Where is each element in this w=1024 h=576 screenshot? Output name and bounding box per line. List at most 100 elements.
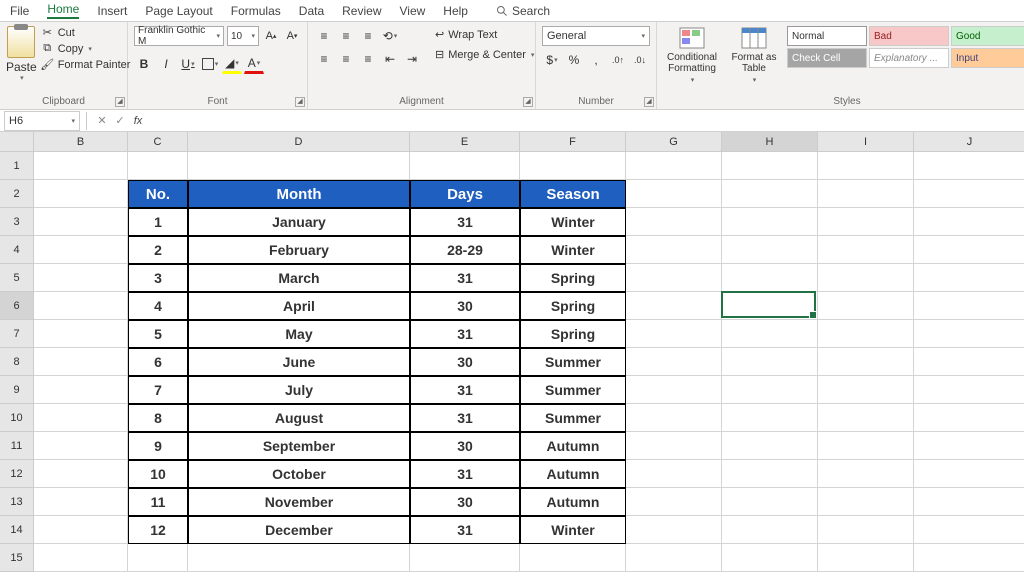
cell-G3[interactable]: [626, 208, 722, 236]
cell-F7[interactable]: Spring: [520, 320, 626, 348]
cell-I4[interactable]: [818, 236, 914, 264]
row-header-1[interactable]: 1: [0, 152, 34, 180]
decrease-indent-button[interactable]: ⇤: [380, 49, 400, 69]
cell-C3[interactable]: 1: [128, 208, 188, 236]
row-header-10[interactable]: 10: [0, 404, 34, 432]
cell-B6[interactable]: [34, 292, 128, 320]
cell-B8[interactable]: [34, 348, 128, 376]
cell-C6[interactable]: 4: [128, 292, 188, 320]
cell-H12[interactable]: [722, 460, 818, 488]
percent-button[interactable]: %: [564, 50, 584, 70]
font-color-button[interactable]: A▾: [244, 54, 264, 74]
cell-D12[interactable]: October: [188, 460, 410, 488]
cell-J13[interactable]: [914, 488, 1024, 516]
cell-C1[interactable]: [128, 152, 188, 180]
cell-B15[interactable]: [34, 544, 128, 572]
cell-F8[interactable]: Summer: [520, 348, 626, 376]
cell-E7[interactable]: 31: [410, 320, 520, 348]
column-header-C[interactable]: C: [128, 132, 188, 152]
row-header-5[interactable]: 5: [0, 264, 34, 292]
cell-B7[interactable]: [34, 320, 128, 348]
cell-J12[interactable]: [914, 460, 1024, 488]
cell-J9[interactable]: [914, 376, 1024, 404]
cell-E1[interactable]: [410, 152, 520, 180]
cell-I2[interactable]: [818, 180, 914, 208]
cell-B4[interactable]: [34, 236, 128, 264]
cell-G7[interactable]: [626, 320, 722, 348]
cut-button[interactable]: ✂ Cut: [41, 26, 131, 39]
cell-F2[interactable]: Season: [520, 180, 626, 208]
align-middle-button[interactable]: ≡: [336, 26, 356, 46]
cell-B2[interactable]: [34, 180, 128, 208]
cell-G12[interactable]: [626, 460, 722, 488]
cell-G9[interactable]: [626, 376, 722, 404]
cell-C11[interactable]: 9: [128, 432, 188, 460]
cell-I11[interactable]: [818, 432, 914, 460]
cell-D15[interactable]: [188, 544, 410, 572]
cell-C10[interactable]: 8: [128, 404, 188, 432]
cell-E9[interactable]: 31: [410, 376, 520, 404]
row-header-3[interactable]: 3: [0, 208, 34, 236]
cell-H14[interactable]: [722, 516, 818, 544]
cell-B12[interactable]: [34, 460, 128, 488]
column-header-G[interactable]: G: [626, 132, 722, 152]
cell-E6[interactable]: 30: [410, 292, 520, 320]
cell-C5[interactable]: 3: [128, 264, 188, 292]
cell-J10[interactable]: [914, 404, 1024, 432]
cell-F12[interactable]: Autumn: [520, 460, 626, 488]
cell-B9[interactable]: [34, 376, 128, 404]
menu-file[interactable]: File: [10, 4, 29, 18]
conditional-formatting-button[interactable]: Conditional Formatting▾: [663, 26, 721, 84]
cell-H6[interactable]: [722, 292, 818, 320]
row-header-2[interactable]: 2: [0, 180, 34, 208]
cell-H15[interactable]: [722, 544, 818, 572]
fill-color-button[interactable]: ◢▾: [222, 54, 242, 74]
cell-G1[interactable]: [626, 152, 722, 180]
cell-D5[interactable]: March: [188, 264, 410, 292]
cell-D13[interactable]: November: [188, 488, 410, 516]
menu-data[interactable]: Data: [299, 4, 324, 18]
row-header-4[interactable]: 4: [0, 236, 34, 264]
cell-C2[interactable]: No.: [128, 180, 188, 208]
cell-B10[interactable]: [34, 404, 128, 432]
column-header-I[interactable]: I: [818, 132, 914, 152]
cell-F5[interactable]: Spring: [520, 264, 626, 292]
style-bad[interactable]: Bad: [869, 26, 949, 46]
row-header-14[interactable]: 14: [0, 516, 34, 544]
align-bottom-button[interactable]: ≡: [358, 26, 378, 46]
cell-I5[interactable]: [818, 264, 914, 292]
cell-D9[interactable]: July: [188, 376, 410, 404]
cell-F15[interactable]: [520, 544, 626, 572]
cell-H13[interactable]: [722, 488, 818, 516]
orientation-button[interactable]: ⟲▾: [380, 26, 400, 46]
cell-C7[interactable]: 5: [128, 320, 188, 348]
cell-I6[interactable]: [818, 292, 914, 320]
cell-F3[interactable]: Winter: [520, 208, 626, 236]
clipboard-launcher[interactable]: ◢: [115, 97, 125, 107]
menu-view[interactable]: View: [400, 4, 426, 18]
increase-font-button[interactable]: A▴: [262, 26, 280, 46]
cell-C13[interactable]: 11: [128, 488, 188, 516]
column-header-J[interactable]: J: [914, 132, 1024, 152]
cell-B1[interactable]: [34, 152, 128, 180]
cell-H3[interactable]: [722, 208, 818, 236]
column-header-H[interactable]: H: [722, 132, 818, 152]
format-as-table-button[interactable]: Format as Table▾: [725, 26, 783, 84]
align-center-button[interactable]: ≡: [336, 49, 356, 69]
number-launcher[interactable]: ◢: [644, 97, 654, 107]
cell-E8[interactable]: 30: [410, 348, 520, 376]
decrease-font-button[interactable]: A▾: [283, 26, 301, 46]
align-right-button[interactable]: ≡: [358, 49, 378, 69]
cell-F6[interactable]: Spring: [520, 292, 626, 320]
formula-input[interactable]: [147, 111, 1024, 131]
cell-H8[interactable]: [722, 348, 818, 376]
cell-J5[interactable]: [914, 264, 1024, 292]
cell-I1[interactable]: [818, 152, 914, 180]
cell-J8[interactable]: [914, 348, 1024, 376]
row-header-13[interactable]: 13: [0, 488, 34, 516]
align-top-button[interactable]: ≡: [314, 26, 334, 46]
font-launcher[interactable]: ◢: [295, 97, 305, 107]
enter-formula-button[interactable]: ✓: [111, 112, 129, 130]
bold-button[interactable]: B: [134, 54, 154, 74]
column-header-F[interactable]: F: [520, 132, 626, 152]
